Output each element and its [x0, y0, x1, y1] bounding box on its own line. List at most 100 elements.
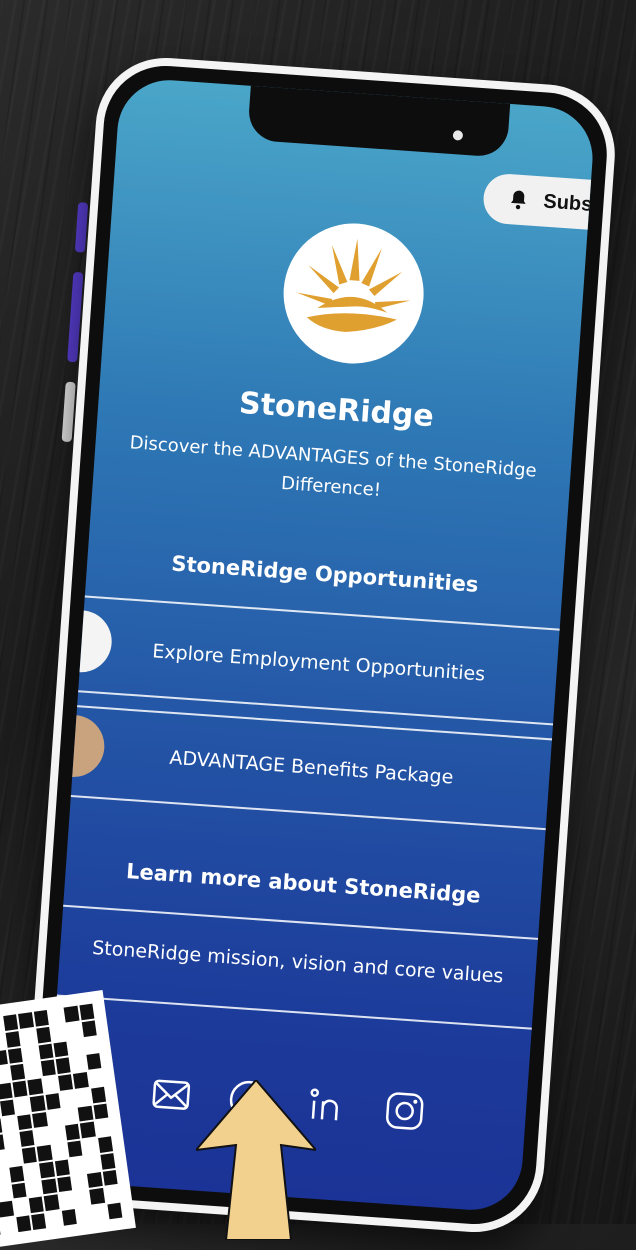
qr-module	[63, 1005, 80, 1023]
qr-module	[59, 1192, 75, 1210]
qr-module	[10, 1064, 26, 1081]
qr-module	[31, 1213, 47, 1231]
qr-module	[74, 1190, 90, 1207]
qr-module	[33, 1009, 49, 1027]
subscribe-label: Subscr	[542, 190, 596, 217]
sunrise-logo-icon	[296, 238, 411, 333]
qr-module	[28, 1196, 45, 1214]
qr-module	[14, 1097, 31, 1114]
qr-module	[95, 1119, 111, 1137]
qr-module	[47, 1109, 63, 1127]
qr-module	[6, 1149, 22, 1166]
qr-module	[97, 1136, 114, 1153]
qr-module	[1, 1116, 18, 1133]
qr-module	[62, 1107, 78, 1124]
qr-module	[61, 1209, 77, 1226]
qr-module	[67, 1140, 83, 1158]
divider	[53, 904, 549, 941]
qr-module	[0, 1167, 10, 1185]
qr-module	[23, 1045, 39, 1062]
qr-module	[75, 1088, 91, 1106]
qr-module	[81, 1020, 97, 1037]
qr-module	[69, 1157, 85, 1174]
qr-module	[40, 1059, 56, 1077]
qr-module	[41, 1178, 57, 1195]
divider	[60, 794, 556, 831]
arrow-up-icon	[196, 1080, 316, 1240]
qr-module	[13, 1199, 29, 1216]
qr-module	[35, 1026, 52, 1044]
divider	[68, 689, 564, 727]
qr-module	[3, 1014, 19, 1031]
qr-module	[24, 1163, 40, 1181]
qr-module	[27, 1078, 43, 1096]
qr-module	[32, 1111, 48, 1129]
qr-module	[66, 1022, 82, 1039]
profile-tagline: Discover the ADVANTAGES of the StoneRidg…	[128, 432, 538, 501]
qr-module	[104, 1186, 121, 1203]
qr-module	[79, 1003, 95, 1021]
qr-module	[82, 1138, 98, 1156]
qr-module	[0, 1184, 12, 1202]
qr-module	[87, 1171, 103, 1189]
section-heading-learn-more: Learn more about StoneRidge	[125, 859, 482, 908]
qr-module	[0, 1151, 7, 1168]
qr-module	[26, 1180, 42, 1197]
volume-up-button	[74, 202, 89, 253]
qr-module	[107, 1202, 123, 1220]
qr-module	[45, 1093, 61, 1110]
qr-module	[0, 1201, 14, 1218]
qr-module	[102, 1169, 118, 1187]
mail-icon[interactable]	[148, 1071, 195, 1118]
qr-module	[100, 1153, 116, 1170]
qr-module	[8, 1165, 25, 1183]
qr-module	[34, 1128, 50, 1145]
qr-module	[42, 1076, 59, 1093]
qr-module	[58, 1074, 74, 1091]
qr-module	[5, 1030, 21, 1048]
qr-module	[25, 1061, 41, 1079]
qr-module	[80, 1121, 96, 1139]
qr-module	[49, 1126, 66, 1143]
divider	[74, 594, 570, 632]
qr-module	[65, 1124, 81, 1141]
divider	[67, 704, 563, 742]
link-employment-opportunities[interactable]: Explore Employment Opportunities	[81, 635, 557, 690]
qr-module	[77, 1105, 94, 1122]
qr-module	[4, 1132, 20, 1150]
qr-module	[68, 1038, 84, 1056]
qr-module	[60, 1090, 76, 1108]
qr-module	[48, 1007, 64, 1025]
section-heading-opportunities: StoneRidge Opportunities	[170, 551, 480, 597]
profile-logo	[278, 218, 429, 369]
bell-icon	[510, 190, 526, 210]
qr-module	[52, 1142, 68, 1160]
qr-module	[0, 1082, 13, 1100]
link-benefits-package[interactable]: ADVANTAGE Benefits Package	[73, 740, 549, 795]
qr-module	[93, 1103, 109, 1120]
qr-module	[37, 1144, 53, 1162]
qr-module	[55, 1057, 71, 1075]
qr-module	[70, 1055, 87, 1073]
qr-module	[91, 1204, 108, 1222]
qr-module	[90, 1086, 107, 1104]
qr-module	[0, 1066, 11, 1083]
qr-module	[51, 1024, 67, 1041]
subscribe-button[interactable]: Subscr	[481, 172, 596, 235]
qr-module	[12, 1080, 28, 1098]
qr-module	[17, 1113, 33, 1131]
qr-module	[73, 1072, 89, 1089]
qr-module	[44, 1194, 60, 1212]
qr-module	[7, 1047, 24, 1064]
qr-module	[54, 1159, 70, 1176]
qr-module	[86, 1053, 102, 1070]
divider	[46, 993, 542, 1031]
qr-module	[84, 1155, 101, 1172]
link-mission-vision-values[interactable]: StoneRidge mission, vision and core valu…	[60, 935, 536, 990]
qr-module	[0, 1099, 15, 1116]
qr-module	[30, 1095, 46, 1112]
qr-module	[20, 1028, 36, 1046]
qr-module	[76, 1207, 92, 1224]
instagram-icon[interactable]	[381, 1088, 428, 1135]
qr-module	[0, 1032, 6, 1050]
